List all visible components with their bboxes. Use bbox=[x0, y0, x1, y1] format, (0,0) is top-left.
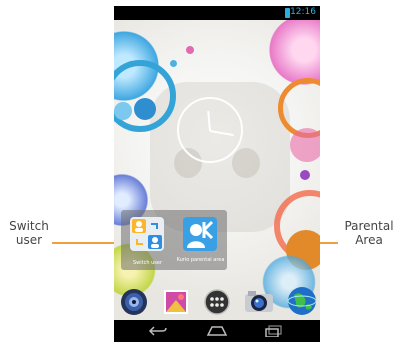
navigation-bar bbox=[114, 320, 320, 342]
speaker-icon[interactable] bbox=[120, 288, 148, 316]
gallery-icon[interactable] bbox=[162, 288, 190, 316]
wallpaper-dot-blue bbox=[134, 98, 156, 120]
parental-area-callout: Parental Area bbox=[344, 219, 394, 247]
kurio-parental-icon bbox=[183, 217, 217, 251]
switch-user-callout: Switch user bbox=[9, 219, 49, 247]
back-icon[interactable] bbox=[148, 325, 168, 337]
wallpaper-eye-right bbox=[232, 148, 260, 178]
status-bar: 12:16 bbox=[114, 6, 320, 20]
switch-user-app[interactable]: Switch user bbox=[121, 210, 174, 270]
clock-minute-hand bbox=[209, 130, 234, 137]
home-folder[interactable]: Switch user Kurio parental area bbox=[121, 210, 227, 270]
phone-screen: 12:16 Switch user Kurio parental area bbox=[114, 6, 320, 342]
wallpaper-dot-pink bbox=[290, 128, 320, 162]
analog-clock[interactable] bbox=[177, 97, 243, 163]
home-icon[interactable] bbox=[206, 325, 228, 337]
browser-globe-icon[interactable] bbox=[286, 285, 318, 317]
switch-user-arrow bbox=[52, 238, 124, 248]
wallpaper-dot-small-blue bbox=[170, 60, 177, 67]
clock-hour-hand bbox=[207, 110, 211, 132]
status-time: 12:16 bbox=[290, 7, 316, 17]
camera-icon[interactable] bbox=[244, 288, 274, 316]
wallpaper-dot-small-pink bbox=[186, 46, 194, 54]
dock bbox=[114, 282, 320, 318]
app-drawer-icon[interactable] bbox=[203, 288, 231, 316]
switch-user-icon bbox=[130, 217, 164, 251]
wallpaper-dot-lightblue bbox=[114, 102, 132, 120]
kurio-parental-app[interactable]: Kurio parental area bbox=[174, 210, 227, 270]
switch-user-app-label: Switch user bbox=[132, 260, 163, 266]
kurio-parental-app-label: Kurio parental area bbox=[176, 257, 225, 263]
wallpaper-dot-violet bbox=[300, 170, 310, 180]
recent-apps-icon[interactable] bbox=[264, 325, 284, 337]
home-wallpaper: Switch user Kurio parental area bbox=[114, 20, 320, 320]
